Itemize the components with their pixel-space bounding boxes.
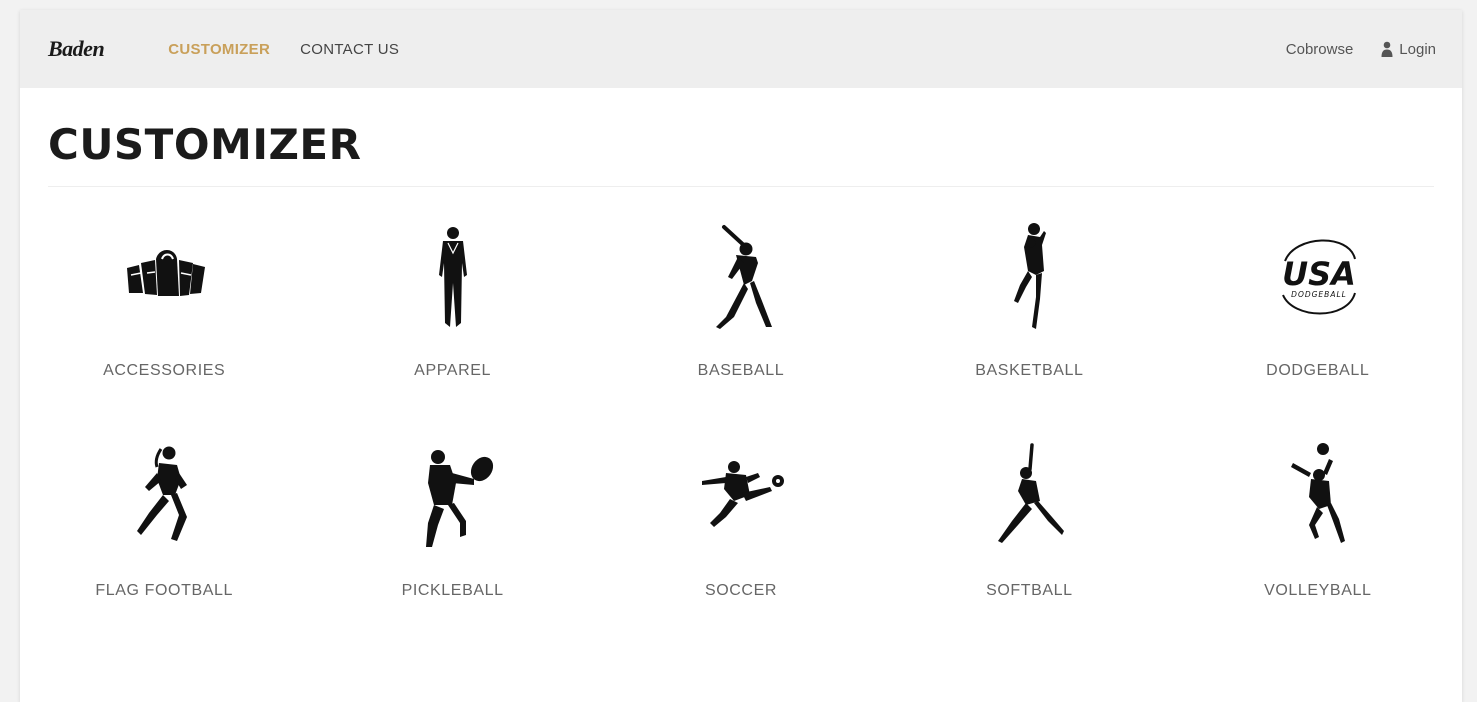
baseball-batter-icon bbox=[681, 218, 801, 338]
category-tile-soccer[interactable]: SOCCER bbox=[597, 438, 885, 600]
dodgeball-logo-sub: DODGEBALL bbox=[1291, 290, 1347, 299]
cobrowse-label: Cobrowse bbox=[1285, 40, 1354, 58]
soccer-player-icon bbox=[681, 438, 801, 558]
category-grid: ACCESSORIES APPAREL BASEBALL BASKETBALL … bbox=[20, 218, 1462, 600]
login-label: Login bbox=[1399, 40, 1436, 58]
category-label: VOLLEYBALL bbox=[1264, 582, 1372, 599]
flag-football-player-icon bbox=[104, 438, 224, 558]
category-tile-pickleball[interactable]: PICKLEBALL bbox=[308, 438, 596, 600]
title-divider bbox=[48, 186, 1434, 187]
cobrowse-link[interactable]: Cobrowse bbox=[1286, 41, 1354, 58]
category-label: DODGEBALL bbox=[1266, 362, 1370, 379]
top-navbar: Baden CUSTOMIZER CONTACT US Cobrowse Log… bbox=[20, 10, 1462, 88]
user-icon bbox=[1381, 41, 1393, 57]
nav-link-customizer[interactable]: CUSTOMIZER bbox=[168, 41, 270, 58]
softball-pitcher-icon bbox=[969, 438, 1089, 558]
dodgeball-logo-main: USA bbox=[1282, 255, 1356, 293]
category-tile-dodgeball[interactable]: USA DODGEBALL DODGEBALL bbox=[1174, 218, 1462, 380]
page-title: CUSTOMIZER bbox=[48, 120, 362, 169]
category-tile-baseball[interactable]: BASEBALL bbox=[597, 218, 885, 380]
category-tile-volleyball[interactable]: VOLLEYBALL bbox=[1174, 438, 1462, 600]
login-link[interactable]: Login bbox=[1381, 41, 1436, 58]
brand-logo[interactable]: Baden bbox=[48, 36, 105, 62]
category-tile-flag-football[interactable]: FLAG FOOTBALL bbox=[20, 438, 308, 600]
category-label: SOCCER bbox=[704, 582, 778, 599]
bags-icon bbox=[104, 218, 224, 338]
pickleball-player-icon bbox=[393, 438, 513, 558]
nav-right: Cobrowse Login bbox=[1286, 41, 1436, 58]
category-label: PICKLEBALL bbox=[401, 582, 504, 599]
nav-link-contact-us[interactable]: CONTACT US bbox=[300, 41, 399, 58]
category-label: FLAG FOOTBALL bbox=[95, 582, 233, 599]
basketball-player-icon bbox=[969, 218, 1089, 338]
category-tile-softball[interactable]: SOFTBALL bbox=[885, 438, 1173, 600]
category-label: ACCESSORIES bbox=[103, 362, 226, 379]
category-label: SOFTBALL bbox=[986, 582, 1073, 599]
category-label: BASEBALL bbox=[697, 362, 785, 379]
apparel-figure-icon bbox=[393, 218, 513, 338]
page-frame: Baden CUSTOMIZER CONTACT US Cobrowse Log… bbox=[20, 10, 1462, 702]
usa-dodgeball-logo-icon: USA DODGEBALL bbox=[1258, 218, 1378, 338]
category-label: BASKETBALL bbox=[975, 362, 1084, 379]
category-tile-accessories[interactable]: ACCESSORIES bbox=[20, 218, 308, 380]
volleyball-player-icon bbox=[1258, 438, 1378, 558]
category-label: APPAREL bbox=[414, 362, 491, 379]
category-tile-basketball[interactable]: BASKETBALL bbox=[885, 218, 1173, 380]
category-tile-apparel[interactable]: APPAREL bbox=[308, 218, 596, 380]
